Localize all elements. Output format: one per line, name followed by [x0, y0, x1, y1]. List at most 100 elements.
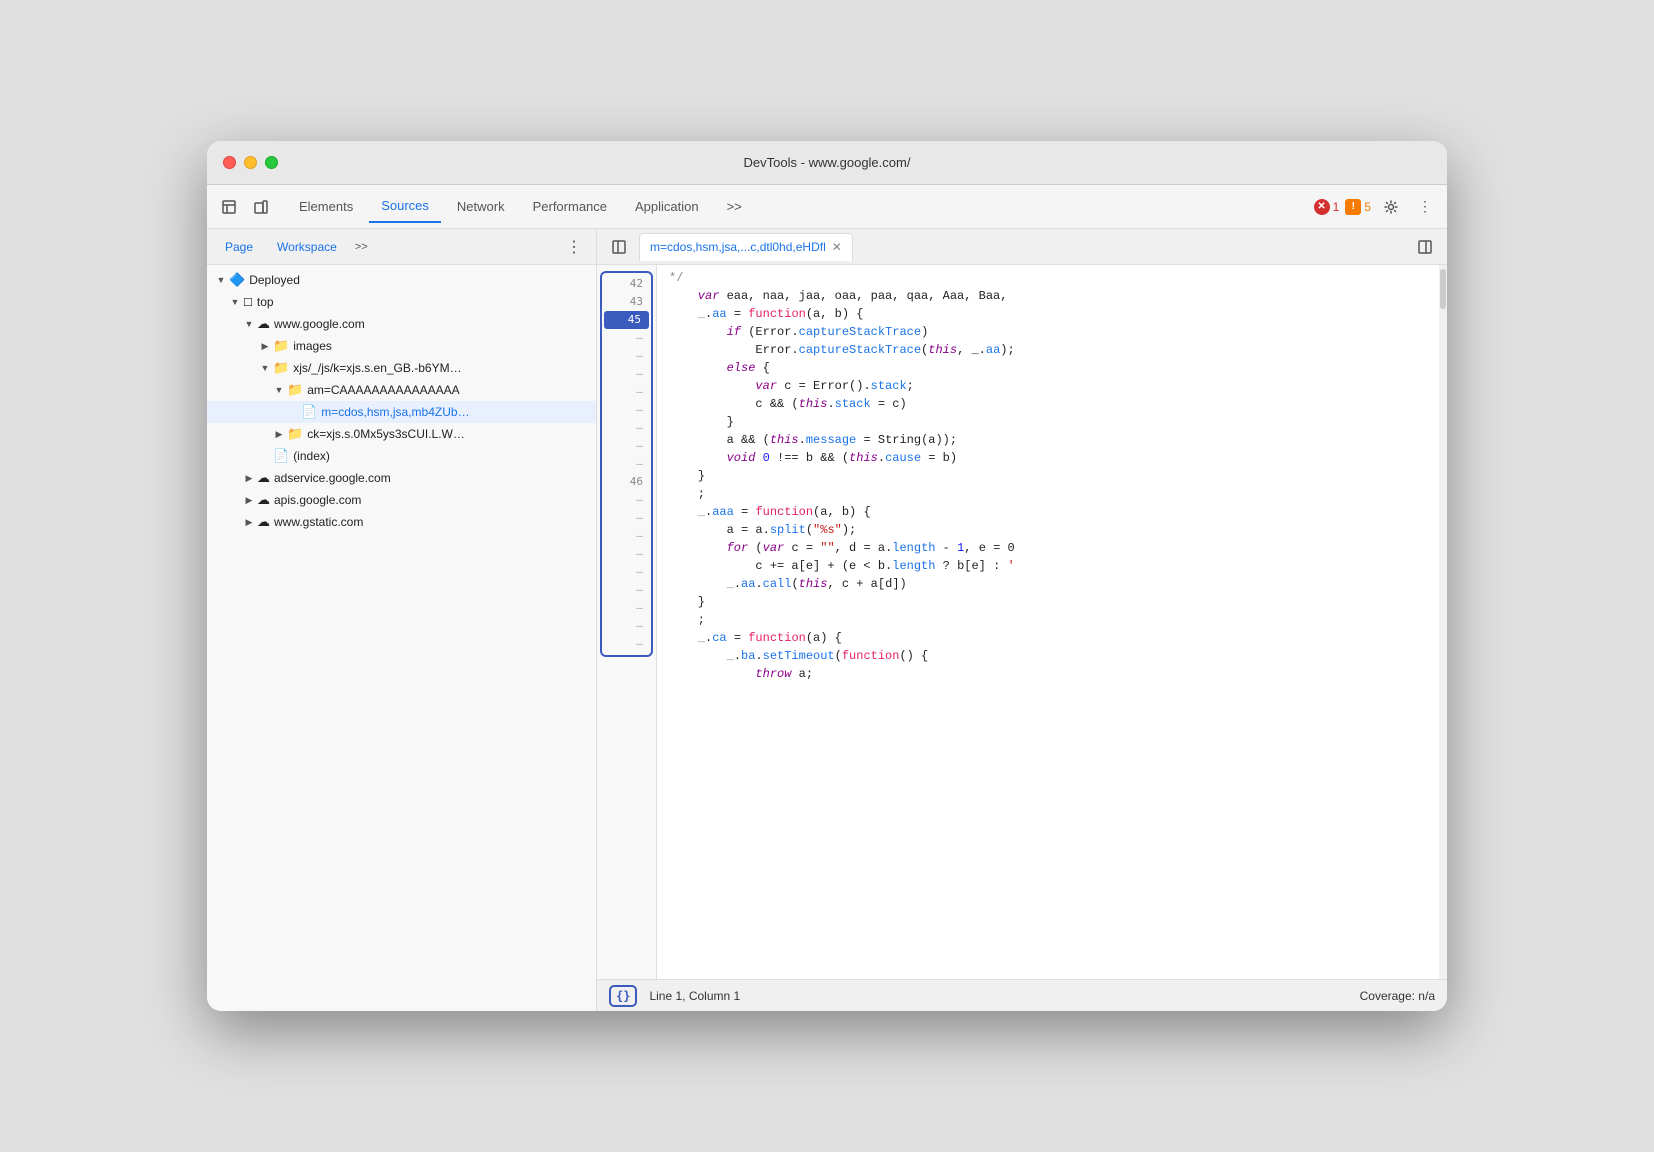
- code-line-20: ;: [669, 611, 1427, 629]
- editor-panel: m=cdos,hsm,jsa,...c,dtl0hd,eHDfl ✕ 42: [597, 229, 1447, 1011]
- tab-network[interactable]: Network: [445, 191, 517, 223]
- line-num-d4: –: [602, 383, 651, 401]
- code-line-23: throw a;: [669, 665, 1427, 683]
- tree-item-deployed[interactable]: ▼ 🔷 Deployed: [207, 269, 596, 291]
- cloud-icon: ☁: [257, 514, 270, 530]
- arrow-icon: ▶: [259, 340, 271, 352]
- title-bar: DevTools - www.google.com/: [207, 141, 1447, 185]
- more-options-icon[interactable]: ⋮: [1411, 193, 1439, 221]
- line-num-d1: –: [602, 329, 651, 347]
- arrow-icon: ▶: [243, 472, 255, 484]
- line-num-45: 45: [604, 311, 649, 329]
- tab-performance[interactable]: Performance: [521, 191, 619, 223]
- sidebar-tab-workspace[interactable]: Workspace: [267, 233, 347, 261]
- status-bar: {} Line 1, Column 1 Coverage: n/a: [597, 979, 1447, 1011]
- code-line-22: _.ba.setTimeout(function() {: [669, 647, 1427, 665]
- folder-icon: 📁: [287, 382, 303, 398]
- tree-item-ck[interactable]: ▶ 📁 ck=xjs.s.0Mx5ys3sCUI.L.W…: [207, 423, 596, 445]
- warning-icon: !: [1345, 199, 1361, 215]
- arrow-icon: ▼: [229, 296, 241, 308]
- device-icon[interactable]: [247, 193, 275, 221]
- arrow-icon: ▶: [243, 494, 255, 506]
- scrollbar[interactable]: [1439, 265, 1447, 979]
- tree-item-mcdos[interactable]: 📄 m=cdos,hsm,jsa,mb4ZUb…: [207, 401, 596, 423]
- line-num-d14: –: [602, 581, 651, 599]
- editor-tab-label: m=cdos,hsm,jsa,...c,dtl0hd,eHDfl: [650, 240, 826, 254]
- tree-item-top[interactable]: ▼ ☐ top: [207, 291, 596, 313]
- frame-icon: ☐: [243, 296, 253, 309]
- arrow-icon: ▶: [243, 516, 255, 528]
- tree-item-apis[interactable]: ▶ ☁ apis.google.com: [207, 489, 596, 511]
- inspect-icon[interactable]: [215, 193, 243, 221]
- tab-application[interactable]: Application: [623, 191, 711, 223]
- main-content: Page Workspace >> ⋮ ▼ 🔷 Deployed ▼ ☐ top: [207, 229, 1447, 1011]
- file-icon: 📄: [301, 404, 317, 420]
- spacer: [259, 450, 271, 462]
- arrow-icon: ▼: [215, 274, 227, 286]
- toggle-sidebar-icon[interactable]: [605, 233, 633, 261]
- collapse-editor-icon[interactable]: [1411, 233, 1439, 261]
- cursor-position: Line 1, Column 1: [649, 989, 740, 1003]
- arrow-icon: ▼: [259, 362, 271, 374]
- tab-sources[interactable]: Sources: [369, 191, 441, 223]
- code-line-13: ;: [669, 485, 1427, 503]
- window-title: DevTools - www.google.com/: [744, 155, 911, 170]
- cube-icon: 🔷: [229, 272, 245, 288]
- tab-more[interactable]: >>: [715, 191, 754, 223]
- line-num-d13: –: [602, 563, 651, 581]
- tree-item-adservice[interactable]: ▶ ☁ adservice.google.com: [207, 467, 596, 489]
- sidebar: Page Workspace >> ⋮ ▼ 🔷 Deployed ▼ ☐ top: [207, 229, 597, 1011]
- code-line-12: }: [669, 467, 1427, 485]
- line-num-d9: –: [602, 491, 651, 509]
- arrow-icon: ▼: [273, 384, 285, 396]
- code-line-6: else {: [669, 359, 1427, 377]
- line-num-d11: –: [602, 527, 651, 545]
- devtools-icons: [215, 193, 275, 221]
- warning-badge[interactable]: ! 5: [1345, 199, 1371, 215]
- minimize-button[interactable]: [244, 156, 257, 169]
- code-line-2: var eaa, naa, jaa, oaa, paa, qaa, Aaa, B…: [669, 287, 1427, 305]
- code-line-5: Error.captureStackTrace(this, _.aa);: [669, 341, 1427, 359]
- tree-item-index[interactable]: 📄 (index): [207, 445, 596, 467]
- code-line-14: _.aaa = function(a, b) {: [669, 503, 1427, 521]
- folder-icon: 📁: [287, 426, 303, 442]
- tab-elements[interactable]: Elements: [287, 191, 365, 223]
- sidebar-menu-icon[interactable]: ⋮: [560, 237, 588, 257]
- scrollbar-thumb[interactable]: [1440, 269, 1446, 309]
- sidebar-tabs-more[interactable]: >>: [351, 241, 372, 253]
- spacer: [287, 406, 299, 418]
- code-content[interactable]: */ var eaa, naa, jaa, oaa, paa, qaa, Aaa…: [657, 265, 1439, 979]
- editor-tab-mcdos[interactable]: m=cdos,hsm,jsa,...c,dtl0hd,eHDfl ✕: [639, 233, 853, 261]
- arrow-icon: ▶: [273, 428, 285, 440]
- settings-icon[interactable]: [1377, 193, 1405, 221]
- code-line-17: c += a[e] + (e < b.length ? b[e] : ': [669, 557, 1427, 575]
- tree-item-images[interactable]: ▶ 📁 images: [207, 335, 596, 357]
- tree-item-google[interactable]: ▼ ☁ www.google.com: [207, 313, 596, 335]
- code-line-15: a = a.split("%s");: [669, 521, 1427, 539]
- close-tab-icon[interactable]: ✕: [832, 240, 842, 254]
- code-line-16: for (var c = "", d = a.length - 1, e = 0: [669, 539, 1427, 557]
- close-button[interactable]: [223, 156, 236, 169]
- coverage-status: Coverage: n/a: [1360, 989, 1435, 1003]
- tree-item-xjs[interactable]: ▼ 📁 xjs/_/js/k=xjs.s.en_GB.-b6YM…: [207, 357, 596, 379]
- code-line-18: _.aa.call(this, c + a[d]): [669, 575, 1427, 593]
- code-line-3: _.aa = function(a, b) {: [669, 305, 1427, 323]
- cloud-icon: ☁: [257, 316, 270, 332]
- code-line-19: }: [669, 593, 1427, 611]
- line-numbers-highlight: 42 43 45 – – – – – – – – 46 – –: [600, 271, 653, 657]
- error-badge[interactable]: ✕ 1: [1314, 199, 1340, 215]
- editor-tabs: m=cdos,hsm,jsa,...c,dtl0hd,eHDfl ✕: [597, 229, 1447, 265]
- line-num-d2: –: [602, 347, 651, 365]
- arrow-icon: ▼: [243, 318, 255, 330]
- code-line-4: if (Error.captureStackTrace): [669, 323, 1427, 341]
- line-num-d8: –: [602, 455, 651, 473]
- tree-item-gstatic[interactable]: ▶ ☁ www.gstatic.com: [207, 511, 596, 533]
- sidebar-tab-page[interactable]: Page: [215, 233, 263, 261]
- line-num-d15: –: [602, 599, 651, 617]
- maximize-button[interactable]: [265, 156, 278, 169]
- format-button[interactable]: {}: [609, 985, 637, 1007]
- tree-item-am[interactable]: ▼ 📁 am=CAAAAAAAAAAAAAAA: [207, 379, 596, 401]
- folder-icon: 📁: [273, 360, 289, 376]
- folder-icon: 📁: [273, 338, 289, 354]
- sidebar-tabs: Page Workspace >> ⋮: [207, 229, 596, 265]
